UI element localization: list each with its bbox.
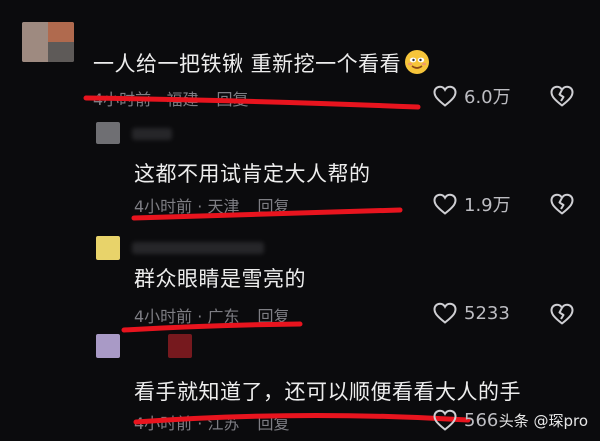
heart-icon	[433, 193, 457, 215]
like-button[interactable]: 566	[432, 408, 498, 432]
reply-button[interactable]: 回复	[257, 307, 289, 326]
like-count: 6.0万	[464, 87, 511, 108]
comment-text: 看手就知道了，还可以顺便看看大人的手	[134, 380, 521, 404]
comment-text: 这都不用试肯定大人帮的	[134, 162, 371, 186]
comment-meta: 4小时前 · 江苏 回复	[134, 414, 290, 433]
heart-icon	[433, 85, 457, 107]
like-button[interactable]: 5233	[432, 301, 510, 325]
broken-heart-icon[interactable]	[549, 84, 575, 108]
avatar[interactable]	[96, 236, 120, 260]
reply-button[interactable]: 回复	[257, 414, 289, 433]
broken-heart-icon[interactable]	[549, 302, 575, 326]
heart-icon	[433, 409, 457, 431]
like-count: 1.9万	[464, 195, 511, 216]
avatar[interactable]	[96, 122, 120, 144]
reply-button[interactable]: 回复	[216, 90, 248, 109]
watermark: 头条 @琛pro	[498, 412, 588, 430]
like-count: 566	[464, 409, 499, 431]
like-button[interactable]: 6.0万	[432, 83, 511, 109]
reply-button[interactable]: 回复	[257, 197, 289, 216]
broken-heart-icon[interactable]	[549, 192, 575, 216]
comment-meta: 4小时前 · 广东 回复	[134, 307, 290, 326]
username-blurred	[132, 128, 172, 140]
comment-meta: 4小时前 · 福建 回复	[93, 90, 249, 109]
heart-icon	[433, 302, 457, 324]
like-button[interactable]: 1.9万	[432, 191, 511, 217]
comment-meta: 4小时前 · 天津 回复	[134, 197, 290, 216]
comment-text: 一人给一把铁锹 重新挖一个看看	[93, 48, 430, 80]
username-blurred	[132, 242, 264, 254]
like-count: 5233	[464, 302, 510, 324]
comment-text: 群众眼睛是雪亮的	[134, 267, 306, 291]
username-blurred	[168, 334, 192, 358]
avatar[interactable]	[22, 22, 74, 62]
smile-emoji-icon	[404, 49, 430, 80]
avatar[interactable]	[96, 334, 120, 358]
